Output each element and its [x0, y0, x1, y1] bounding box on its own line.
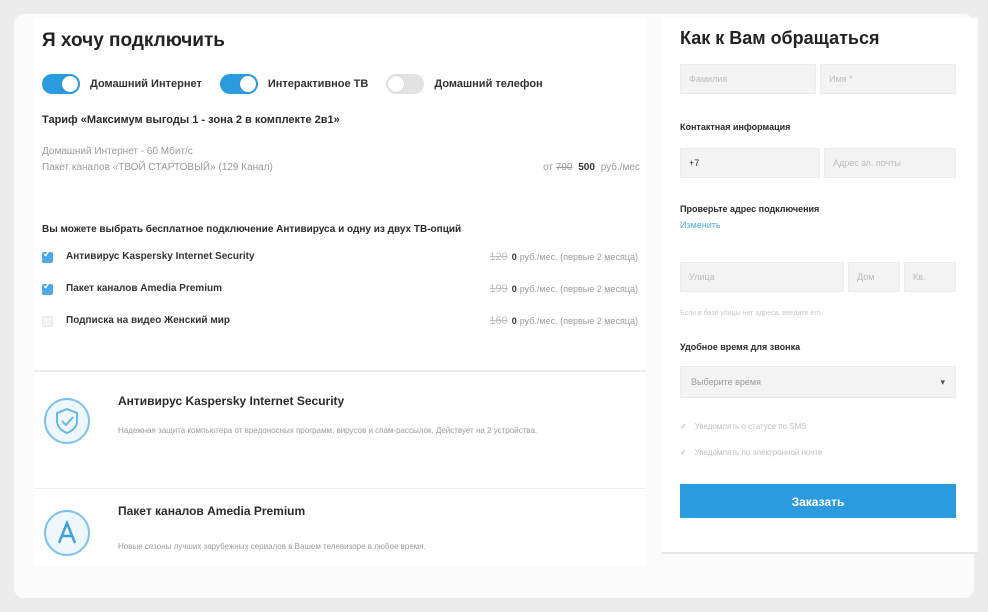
toggle-phone-label: Домашний телефон	[434, 78, 543, 90]
call-time-label: Удобное время для звонка	[680, 342, 801, 352]
checkbox-unchecked[interactable]	[42, 316, 53, 327]
surname-input[interactable]: Фамилия	[680, 64, 816, 94]
toggle-internet[interactable]: Домашний Интернет	[42, 74, 202, 94]
call-time-select[interactable]: Выберите время ▾	[680, 366, 956, 398]
price-unit: руб./мес	[600, 162, 640, 173]
form-title: Как к Вам обращаться	[680, 28, 880, 48]
tariff-name: Тариф «Максимум выгоды 1 - зона 2 в комп…	[42, 114, 340, 126]
toggle-tv[interactable]: Интерактивное ТВ	[219, 74, 369, 94]
option-price-unit: руб./мес. (первые 2 месяца)	[519, 252, 638, 262]
toggle-internet-label: Домашний Интернет	[90, 78, 202, 90]
order-options-panel: Я хочу подключить Домашний Интернет Инте…	[34, 18, 646, 566]
switch-knob	[62, 76, 78, 92]
address-change-link[interactable]: Изменить	[680, 220, 721, 230]
contact-form-panel: Как к Вам обращаться Фамилия Имя * Конта…	[662, 18, 978, 554]
option-label: Пакет каналов Amedia Premium	[66, 283, 222, 294]
price-old: 790	[555, 162, 573, 173]
email-input[interactable]: Адрес эл. почты	[824, 148, 956, 178]
option-price: 160 0 руб./мес. (первые 2 месяца)	[489, 315, 638, 327]
switch-knob	[388, 76, 405, 92]
section-divider	[34, 370, 646, 372]
checkbox-checked[interactable]	[42, 281, 53, 295]
call-time-value: Выберите время	[691, 377, 761, 387]
checkbox-checked[interactable]	[42, 249, 53, 263]
feature-title: Пакет каналов Amedia Premium	[118, 504, 306, 518]
check-icon: ✓	[680, 448, 687, 457]
price-prefix: от	[543, 162, 553, 173]
option-price: 120 0 руб./мес. (первые 2 месяца)	[489, 251, 638, 263]
option-old-price: 120	[489, 251, 508, 263]
switch-knob	[239, 76, 256, 92]
name-input[interactable]: Имя *	[820, 64, 956, 94]
notify-sms-label: Уведомлять о статусе по SMS	[694, 422, 807, 431]
tariff-price: от 790 500 руб./мес	[543, 162, 640, 173]
feature-desc: Надежная защита компьютера от вредоносны…	[118, 426, 538, 435]
option-old-price: 160	[489, 315, 508, 327]
contact-label: Контактная информация	[680, 122, 791, 132]
section-title: Я хочу подключить	[42, 30, 225, 51]
option-new-price: 0	[511, 284, 517, 294]
house-input[interactable]: Дом	[848, 262, 900, 292]
option-label: Подписка на видео Женский мир	[66, 315, 231, 326]
option-old-price: 199	[489, 283, 508, 295]
flat-input[interactable]: Кв.	[904, 262, 956, 292]
option-new-price: 0	[511, 316, 517, 326]
notify-email-label: Уведомлять по электронной почте	[694, 448, 823, 457]
tariff-channels-line: Пакет каналов «ТВОЙ СТАРТОВЫЙ» (129 Кана…	[42, 162, 273, 173]
order-button[interactable]: Заказать	[680, 484, 956, 518]
toggle-tv-label: Интерактивное ТВ	[267, 78, 369, 90]
options-heading: Вы можете выбрать бесплатное подключение…	[42, 224, 462, 235]
address-label: Проверьте адрес подключения	[680, 204, 820, 214]
chevron-down-icon: ▾	[940, 377, 945, 387]
option-label: Антивирус Kaspersky Internet Security	[66, 251, 255, 262]
check-icon: ✓	[680, 422, 687, 431]
notify-email-checkbox[interactable]: ✓ Уведомлять по электронной почте	[680, 448, 822, 457]
street-input[interactable]: Улица	[680, 262, 844, 292]
option-row[interactable]: Пакет каналов Amedia Premium 1990руб./ме…	[42, 281, 638, 298]
option-price: 199 0 руб./мес. (первые 2 месяца)	[489, 283, 638, 295]
switch-tv[interactable]	[219, 74, 258, 94]
address-hint: Если в базе улицы нет адреса, введите ег…	[680, 310, 821, 317]
option-new-price: 0	[511, 252, 517, 262]
toggle-phone[interactable]: Домашний телефон	[386, 74, 543, 94]
service-toggles: Домашний Интернет Интерактивное ТВ Домаш…	[42, 74, 561, 94]
tariff-internet-line: Домашний Интернет - 60 Мбит/с	[42, 146, 193, 157]
feature-divider	[34, 488, 646, 489]
panel-divider	[662, 552, 978, 554]
price-value: 500	[578, 162, 595, 173]
shield-check-icon	[44, 398, 90, 444]
switch-phone[interactable]	[386, 74, 425, 94]
phone-input[interactable]: +7	[680, 148, 820, 178]
notify-sms-checkbox[interactable]: ✓ Уведомлять о статусе по SMS	[680, 422, 807, 431]
amedia-logo-icon	[44, 510, 90, 556]
feature-title: Антивирус Kaspersky Internet Security	[118, 394, 345, 408]
option-row[interactable]: Антивирус Kaspersky Internet Security 12…	[42, 249, 638, 266]
feature-desc: Новые сезоны лучших зарубежных сериалов …	[118, 542, 426, 551]
option-price-unit: руб./мес. (первые 2 месяца)	[519, 316, 638, 326]
option-row[interactable]: Подписка на видео Женский мир 160 0 руб./м…	[42, 314, 638, 330]
switch-internet[interactable]	[42, 74, 80, 94]
option-price-unit: руб./мес. (первые 2 месяца)	[519, 284, 638, 294]
